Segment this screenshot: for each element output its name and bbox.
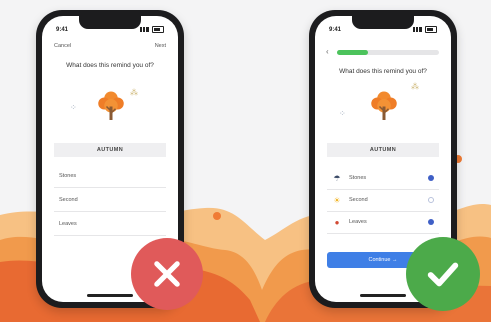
status-icons (413, 26, 437, 33)
battery-icon (425, 26, 437, 33)
nav-bar: Cancel Next (54, 43, 166, 49)
wrong-badge (131, 238, 203, 310)
progress-bar (337, 50, 439, 55)
decor-dot (213, 212, 221, 220)
sparkle-icon: ⁘ (70, 103, 77, 112)
answer-option[interactable]: ☂ Stones (327, 167, 439, 190)
sparkle-icon: ⁂ (130, 88, 138, 97)
radio-unselected[interactable] (428, 197, 434, 203)
radio-selected[interactable] (428, 219, 434, 225)
answer-option[interactable]: ☀ Second (327, 189, 439, 212)
option-label: Second (349, 197, 368, 203)
next-button[interactable]: Next (155, 43, 166, 49)
progress-fill (337, 50, 368, 55)
phone-notch (352, 16, 414, 29)
right-badge (406, 237, 480, 311)
rain-cloud-icon: ☂ (333, 173, 341, 183)
sparkle-icon: ⁘ (339, 109, 346, 118)
cancel-button[interactable]: Cancel (54, 43, 71, 49)
home-indicator (87, 294, 133, 297)
answer-option[interactable]: ● Leaves (327, 211, 439, 234)
chevron-left-icon[interactable]: ‹ (326, 47, 329, 56)
answer-option[interactable]: Stones (54, 164, 166, 188)
autumn-tree-icon (371, 91, 397, 120)
sparkle-icon: ⁂ (411, 82, 419, 91)
phone-notch (79, 16, 141, 29)
autumn-tree-icon (98, 91, 124, 120)
close-icon (154, 261, 180, 287)
sun-icon: ☀ (333, 195, 341, 205)
question-text: What does this remind you of? (339, 68, 427, 75)
comparison-canvas: 9:41 Cancel Next What does this remind y… (0, 0, 491, 322)
apple-icon: ● (334, 217, 340, 227)
answer-label: AUTUMN (327, 143, 439, 157)
option-label: Stones (349, 175, 367, 181)
question-text: What does this remind you of? (66, 62, 154, 69)
status-icons (140, 26, 164, 33)
answer-option[interactable]: Leaves (54, 212, 166, 236)
answer-label: AUTUMN (54, 143, 166, 157)
status-time: 9:41 (56, 26, 69, 33)
check-icon (427, 262, 459, 287)
signal-icon (140, 27, 149, 32)
option-label: Leaves (349, 219, 367, 225)
signal-icon (413, 27, 422, 32)
home-indicator (360, 294, 406, 297)
radio-selected[interactable] (428, 175, 434, 181)
status-time: 9:41 (329, 26, 342, 33)
answer-option[interactable]: Second (54, 188, 166, 212)
battery-icon (152, 26, 164, 33)
